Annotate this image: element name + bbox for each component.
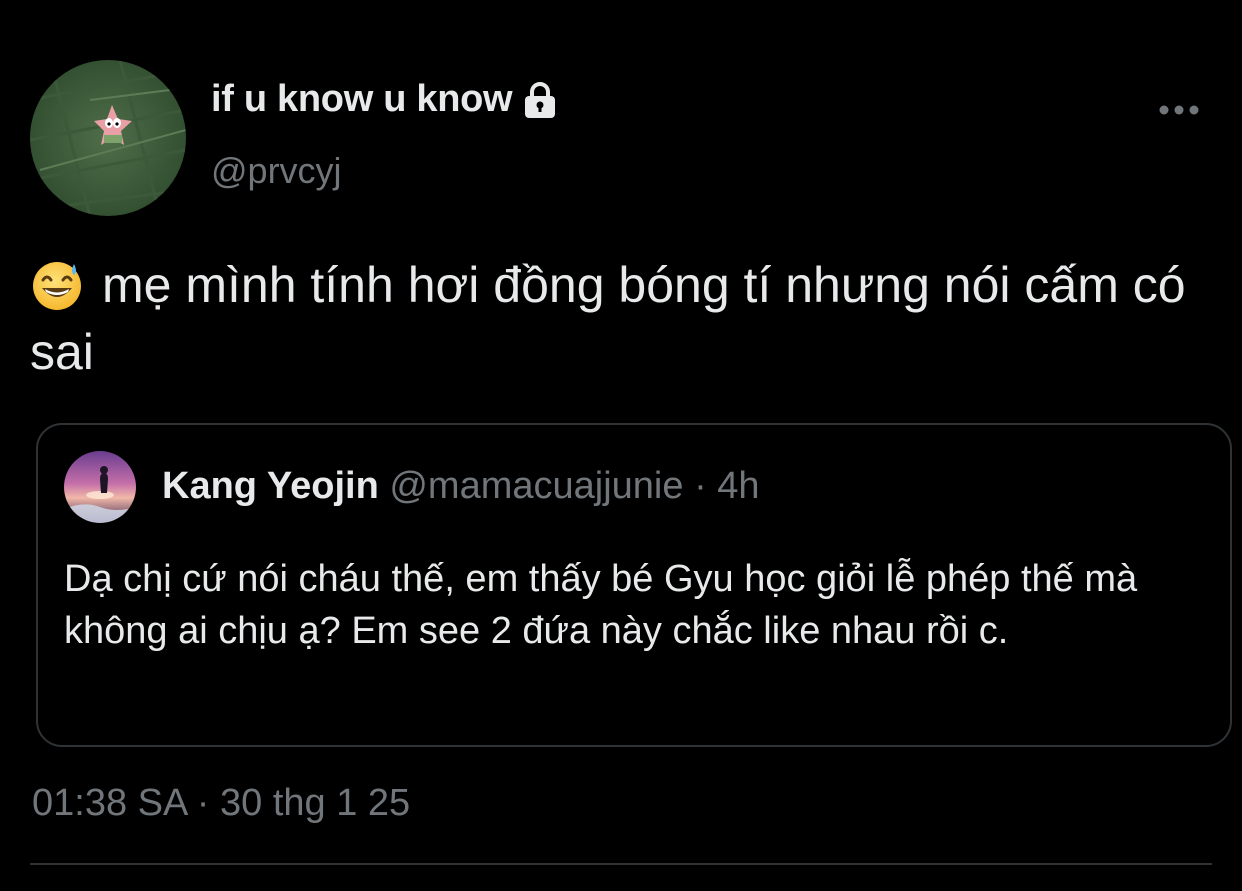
quoted-tweet-text: Dạ chị cứ nói cháu thế, em thấy bé Gyu h… (64, 558, 1138, 652)
quoted-author-avatar[interactable] (64, 451, 136, 523)
author-display-name[interactable]: if u know u know (211, 78, 560, 121)
tweet-body: mẹ mình tính hơi đồng bóng tí nhưng nói … (30, 252, 1210, 386)
lock-icon (525, 81, 556, 118)
quoted-author-handle[interactable]: @mamacuajjunie (389, 465, 683, 507)
author-handle[interactable]: @prvcyj (211, 150, 342, 192)
author-avatar[interactable] (30, 60, 186, 216)
grinning-face-with-sweat-emoji-icon (33, 262, 81, 310)
patrick-star-avatar-image (30, 60, 186, 216)
quoted-separator: · (694, 465, 707, 507)
tweet-timestamp[interactable]: 01:38 SA · 30 thg 1 25 (32, 782, 410, 825)
tweet-text: mẹ mình tính hơi đồng bóng tí nhưng nói … (30, 257, 1186, 380)
quoted-author-name[interactable]: Kang Yeojin (162, 465, 379, 507)
quoted-tweet-time[interactable]: 4h (717, 465, 759, 507)
quoted-tweet-card[interactable]: Kang Yeojin @mamacuajjunie · 4h Dạ chị c… (36, 423, 1232, 747)
author-display-name-text: if u know u know (211, 78, 513, 120)
quoted-author-avatar-image (64, 451, 136, 523)
divider (30, 863, 1212, 865)
more-horizontal-icon[interactable] (1158, 100, 1200, 120)
quoted-tweet-header: Kang Yeojin @mamacuajjunie · 4h (162, 465, 760, 508)
